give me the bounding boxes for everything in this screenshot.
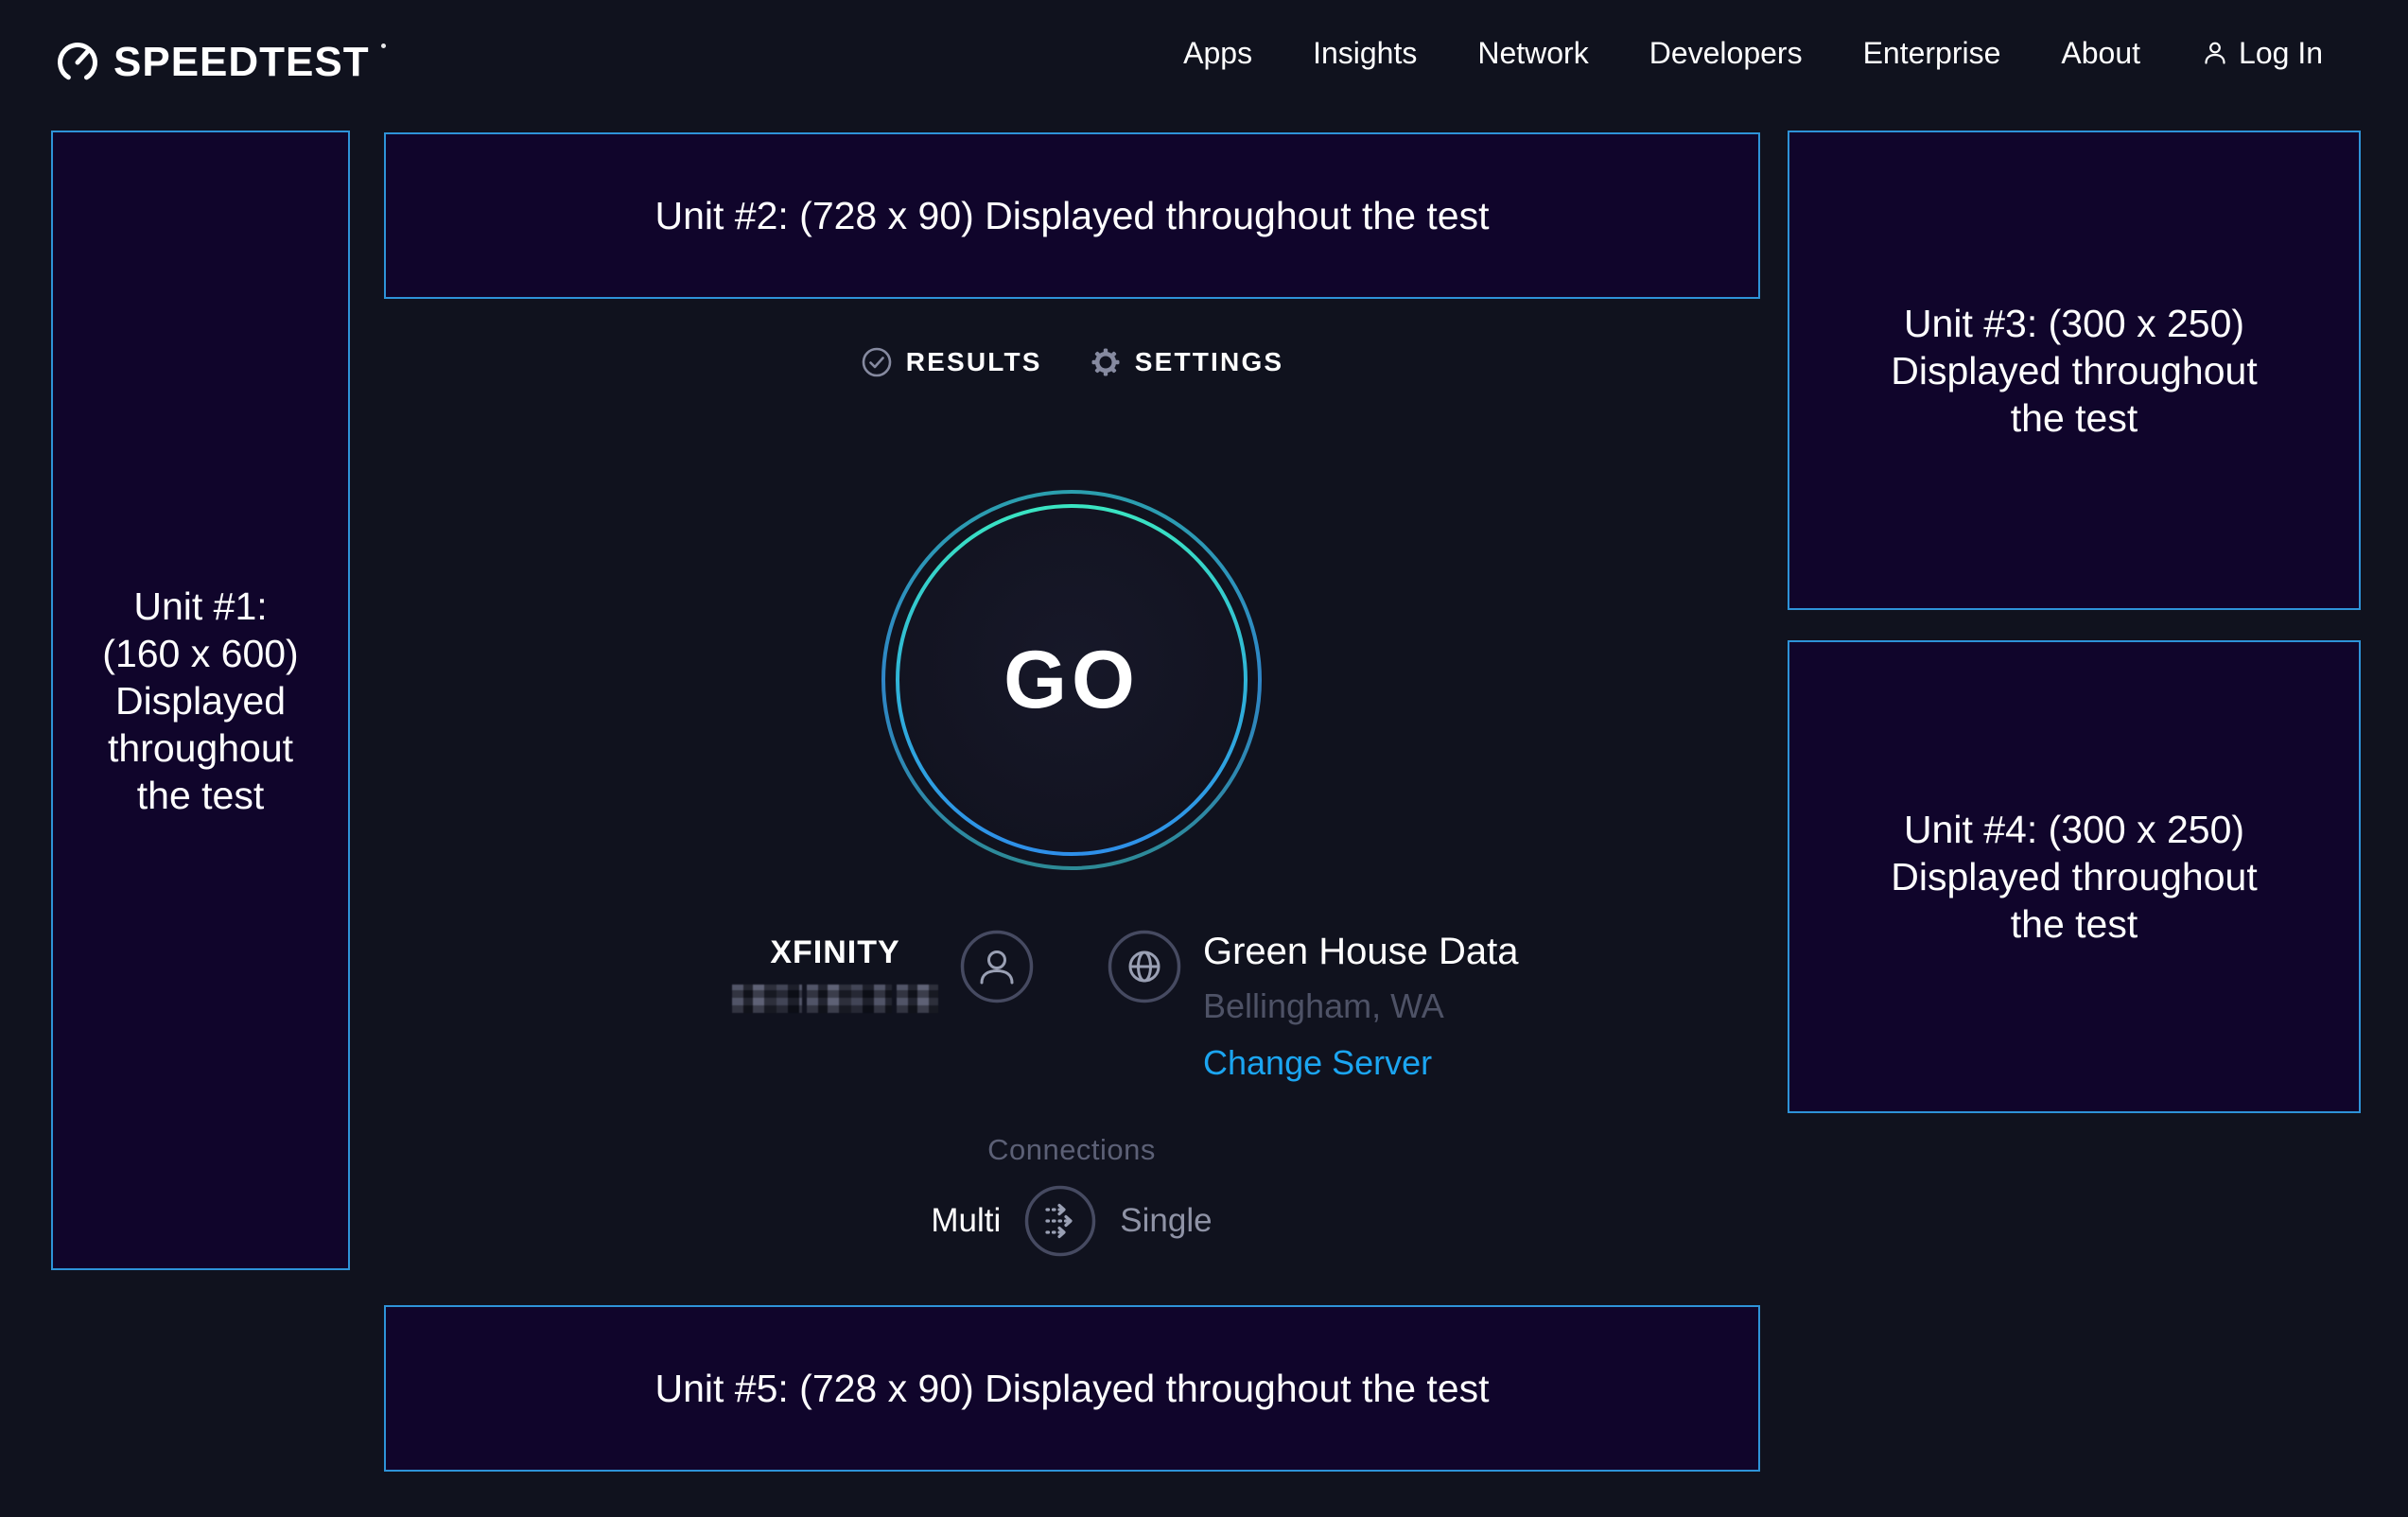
nav-item-enterprise[interactable]: Enterprise: [1863, 36, 2001, 71]
ad-unit-5[interactable]: Unit #5: (728 x 90) Displayed throughout…: [384, 1305, 1760, 1472]
trademark-dot: [381, 44, 386, 48]
nav-item-network[interactable]: Network: [1477, 36, 1588, 71]
ad-unit-line: Unit #1:: [133, 583, 267, 630]
connections-toggle-icon[interactable]: [1023, 1184, 1097, 1258]
main-nav: Apps Insights Network Developers Enterpr…: [1183, 0, 2323, 106]
nav-item-apps[interactable]: Apps: [1183, 36, 1252, 71]
ad-unit-4[interactable]: Unit #4: (300 x 250) Displayed throughou…: [1788, 640, 2361, 1113]
connection-option-single[interactable]: Single: [1120, 1202, 1212, 1240]
nav-item-insights[interactable]: Insights: [1313, 36, 1417, 71]
ad-unit-line: throughout: [108, 724, 293, 772]
server-block: Green House Data Bellingham, WA Change S…: [1107, 929, 1519, 1083]
view-tabs: RESULTS SETTING: [384, 346, 1760, 378]
go-label: GO: [867, 476, 1276, 884]
brand-name: SPEEDTEST: [113, 39, 370, 86]
user-icon: [2201, 39, 2229, 67]
tab-settings[interactable]: SETTINGS: [1090, 346, 1284, 378]
speedometer-icon: [53, 38, 102, 87]
tab-settings-label: SETTINGS: [1135, 347, 1284, 377]
person-circle-icon: [959, 929, 1035, 1004]
login-button[interactable]: Log In: [2201, 36, 2323, 71]
connections-label: Connections: [897, 1133, 1247, 1167]
ad-unit-text: Unit #2: (728 x 90) Displayed throughout…: [654, 192, 1489, 239]
server-location: Bellingham, WA: [1203, 986, 1519, 1026]
redacted-ip: [732, 985, 938, 1013]
ad-unit-line: (160 x 600): [102, 630, 298, 677]
server-name: Green House Data: [1203, 931, 1519, 973]
ad-unit-line: Displayed: [115, 677, 286, 724]
ad-unit-text: Unit #5: (728 x 90) Displayed throughout…: [654, 1365, 1489, 1412]
nav-item-about[interactable]: About: [2061, 36, 2140, 71]
ad-unit-3[interactable]: Unit #3: (300 x 250) Displayed throughou…: [1788, 131, 2361, 610]
check-circle-icon: [861, 346, 893, 378]
ad-unit-line: the test: [2011, 394, 2138, 442]
ad-unit-1[interactable]: Unit #1: (160 x 600) Displayed throughou…: [51, 131, 350, 1270]
login-label: Log In: [2239, 36, 2323, 71]
tab-results-label: RESULTS: [906, 347, 1042, 377]
gear-icon: [1090, 346, 1122, 378]
ad-unit-line: Unit #4: (300 x 250): [1904, 806, 2244, 853]
connections-section: Connections Multi Single: [897, 1133, 1247, 1258]
isp-name: XFINITY: [770, 934, 899, 971]
speedtest-page: SPEEDTEST Apps Insights Network Develope…: [0, 0, 2408, 1517]
ad-unit-2[interactable]: Unit #2: (728 x 90) Displayed throughout…: [384, 132, 1760, 299]
ad-unit-line: the test: [2011, 900, 2138, 948]
connection-option-multi[interactable]: Multi: [931, 1202, 1001, 1240]
globe-icon: [1107, 929, 1182, 1004]
ad-unit-line: Displayed throughout: [1891, 853, 2257, 900]
ad-unit-line: Displayed throughout: [1891, 347, 2257, 394]
tab-results[interactable]: RESULTS: [861, 346, 1042, 378]
top-nav-bar: SPEEDTEST Apps Insights Network Develope…: [0, 0, 2408, 106]
change-server-link[interactable]: Change Server: [1203, 1043, 1519, 1083]
ad-unit-line: Unit #3: (300 x 250): [1904, 300, 2244, 347]
speedtest-logo[interactable]: SPEEDTEST: [53, 38, 386, 87]
ad-unit-line: the test: [137, 772, 264, 819]
nav-item-developers[interactable]: Developers: [1649, 36, 1803, 71]
go-button[interactable]: GO: [867, 476, 1276, 884]
isp-block: XFINITY: [730, 929, 1035, 1013]
